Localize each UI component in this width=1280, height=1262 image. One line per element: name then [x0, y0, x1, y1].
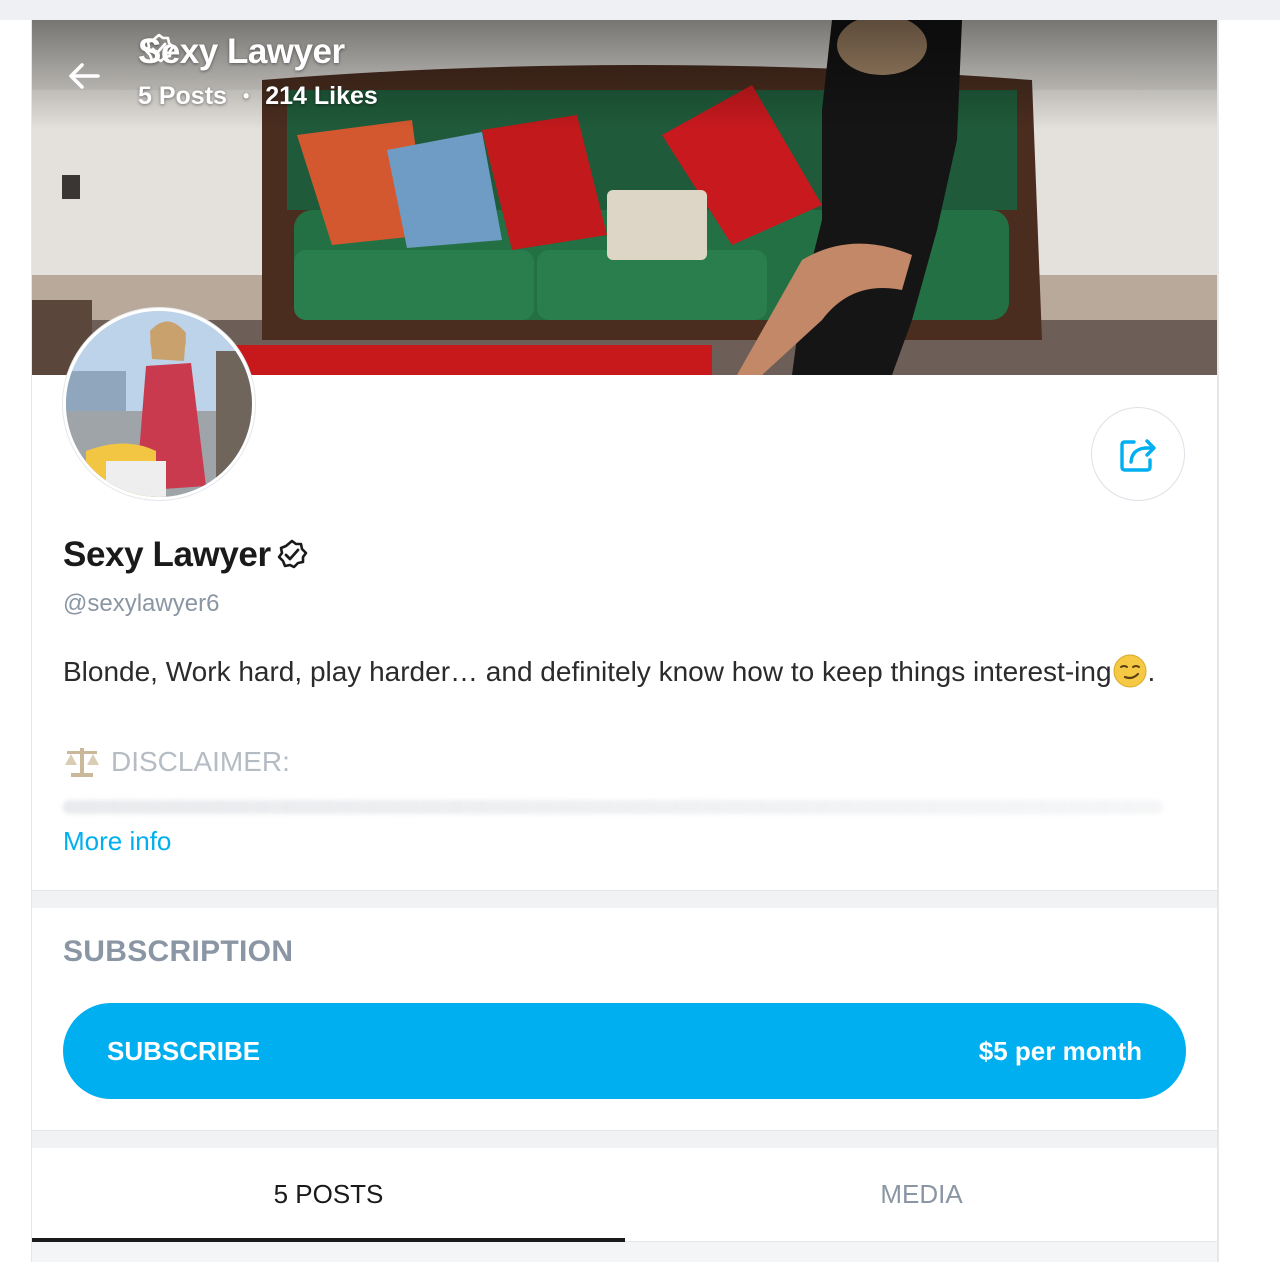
balance-scale-icon	[65, 748, 99, 777]
profile-card: Sexy Lawyer 5 Posts • 214 Likes Sexy Law…	[31, 20, 1218, 1262]
avatar[interactable]	[63, 308, 255, 500]
profile-tabs: 5 POSTS MEDIA	[32, 1148, 1217, 1242]
avatar-photo	[66, 311, 252, 497]
left-gutter	[0, 20, 31, 1262]
arrow-left-icon	[69, 63, 100, 89]
username: @sexylawyer6	[63, 590, 220, 617]
subscribe-label: SUBSCRIBE	[107, 1035, 261, 1066]
disclaimer-text: DISCLAIMER:	[111, 746, 290, 777]
section-divider	[32, 1130, 1217, 1148]
tab-posts[interactable]: 5 POSTS	[32, 1148, 625, 1242]
right-gutter	[1218, 20, 1280, 1262]
verified-badge-icon	[144, 33, 175, 63]
profile-name: Sexy Lawyer	[63, 533, 309, 577]
subscribe-button[interactable]: SUBSCRIBE $5 per month	[63, 1003, 1186, 1099]
verified-badge-icon	[277, 539, 307, 569]
share-icon	[1120, 439, 1156, 472]
stats-separator: •	[242, 86, 250, 106]
header-posts-count: 5 Posts	[138, 82, 227, 110]
bio-text: Blonde, Work hard, play harder… and defi…	[63, 648, 1193, 696]
subscription-heading: SUBSCRIPTION	[63, 935, 294, 968]
feed-area	[32, 1242, 1217, 1262]
bio-end: .	[1147, 656, 1156, 687]
share-button[interactable]	[1091, 407, 1185, 501]
profile-name-text: Sexy Lawyer	[63, 535, 271, 574]
browser-top-strip	[0, 0, 1280, 20]
disclaimer-line: DISCLAIMER:	[63, 745, 290, 779]
header-likes-count: 214 Likes	[265, 82, 378, 110]
subscription-price: $5 per month	[978, 1035, 1142, 1066]
header-name: Sexy Lawyer	[138, 32, 345, 72]
back-button[interactable]	[62, 54, 106, 98]
header-stats: 5 Posts • 214 Likes	[138, 82, 378, 111]
bio-fade-overflow	[63, 800, 1163, 814]
more-info-link[interactable]: More info	[63, 826, 171, 857]
section-divider	[32, 890, 1217, 908]
bio-body: Blonde, Work hard, play harder… and defi…	[63, 656, 1112, 687]
smirking-face-emoji	[1113, 654, 1147, 688]
tab-media[interactable]: MEDIA	[625, 1148, 1217, 1241]
